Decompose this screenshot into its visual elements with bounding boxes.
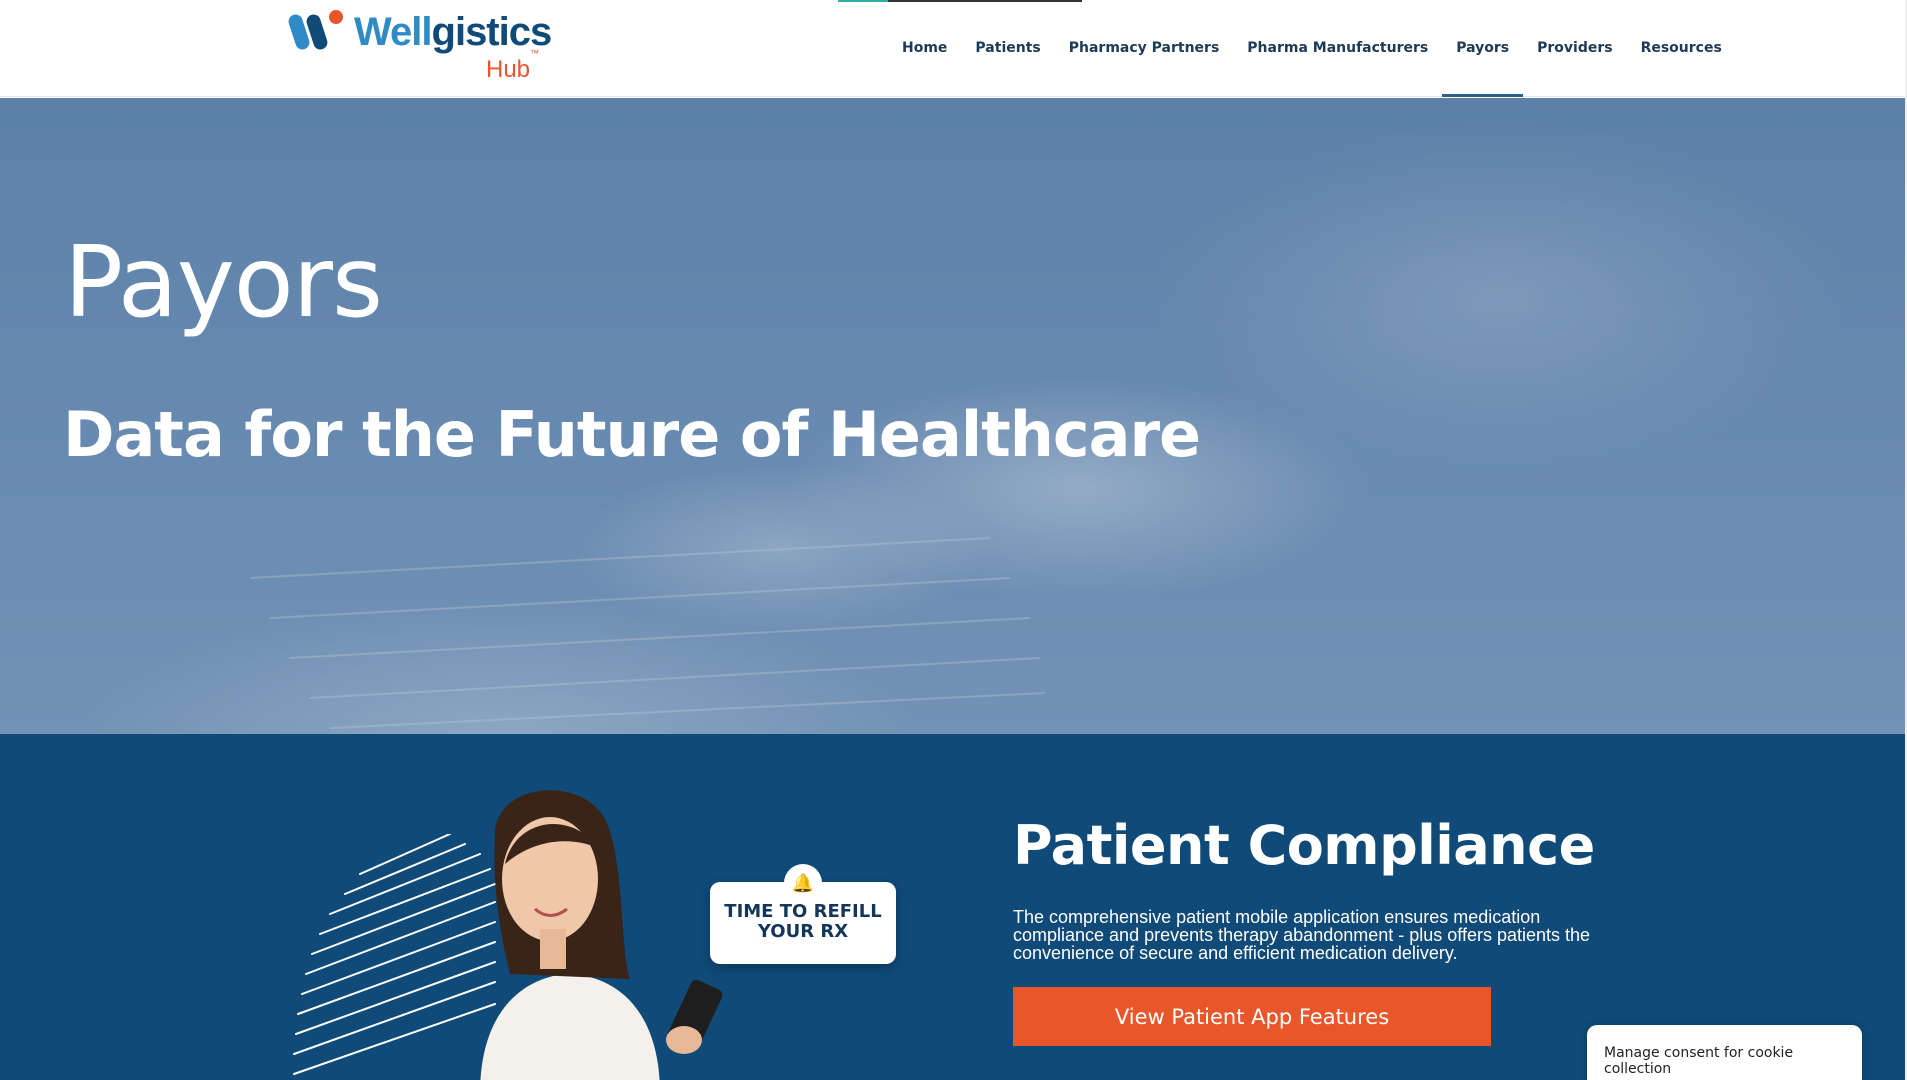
hero-subtitle: Data for the Future of Healthcare bbox=[63, 398, 1201, 471]
bell-icon: 🔔 bbox=[784, 864, 822, 902]
site-header: Wellgistics Hub™ Home Patients Pharmacy … bbox=[0, 0, 1907, 97]
logo-mark-icon bbox=[288, 10, 343, 50]
smartphone-image bbox=[666, 979, 723, 1054]
nav-providers[interactable]: Providers bbox=[1523, 0, 1626, 97]
logo-hub-text: Hub™ bbox=[486, 48, 540, 83]
nav-payors[interactable]: Payors bbox=[1442, 0, 1524, 97]
refill-notification-text: TIME TO REFILL YOUR RX bbox=[724, 901, 882, 942]
nav-resources[interactable]: Resources bbox=[1627, 0, 1736, 97]
section-title: Patient Compliance bbox=[1013, 814, 1595, 877]
section-description: The comprehensive patient mobile applica… bbox=[1013, 907, 1591, 963]
view-patient-app-features-button[interactable]: View Patient App Features bbox=[1013, 987, 1491, 1046]
nav-home[interactable]: Home bbox=[888, 0, 961, 97]
page-title: Payors bbox=[64, 226, 383, 340]
hero-banner: Payors Data for the Future of Healthcare bbox=[0, 98, 1907, 734]
nav-pharma-manufacturers[interactable]: Pharma Manufacturers bbox=[1233, 0, 1442, 97]
wellgistics-hub-logo[interactable]: Wellgistics Hub™ bbox=[288, 6, 552, 86]
cookie-consent-tab[interactable]: Manage consent for cookie collection bbox=[1587, 1025, 1862, 1080]
nav-pharmacy-partners[interactable]: Pharmacy Partners bbox=[1055, 0, 1234, 97]
nav-patients[interactable]: Patients bbox=[961, 0, 1054, 97]
logo-wordmark: Wellgistics bbox=[354, 10, 552, 54]
main-navigation: Home Patients Pharmacy Partners Pharma M… bbox=[888, 0, 1736, 97]
